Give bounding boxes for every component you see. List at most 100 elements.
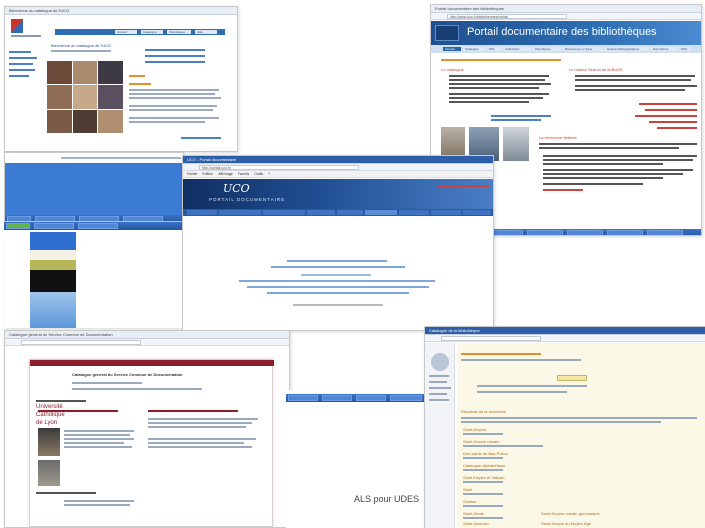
taskbar-button[interactable] [356, 395, 386, 401]
filter-line[interactable] [477, 385, 587, 387]
result-title[interactable]: Saint-Empire au Moyen Âge [541, 521, 591, 526]
nav-tab[interactable]: Catalogue [463, 47, 485, 51]
section-link[interactable] [148, 410, 238, 412]
sidebar-links[interactable] [9, 69, 35, 71]
nav-tab[interactable] [431, 210, 461, 215]
body-text [129, 117, 219, 119]
nav-tab[interactable]: Collections [503, 47, 531, 51]
result-title[interactable]: Saint-Empire romain germanique [541, 511, 600, 516]
result-title[interactable]: Saint-Empire romain [463, 439, 499, 444]
result-title[interactable]: Saint-Germain [463, 521, 489, 526]
nav-tab[interactable] [337, 210, 363, 215]
address-bar[interactable] [5, 339, 289, 346]
menu-item[interactable]: Affichage [218, 172, 233, 176]
taskbar-button[interactable] [390, 395, 422, 401]
search-links[interactable] [72, 388, 202, 390]
login-links[interactable] [437, 185, 489, 187]
menu-item[interactable]: Outils [254, 172, 263, 176]
taskbar-button[interactable] [78, 223, 118, 229]
link-list[interactable] [145, 55, 205, 57]
taskbar-button[interactable] [322, 395, 352, 401]
taskbar-button[interactable] [288, 395, 318, 401]
menu-item[interactable]: ? [268, 172, 270, 176]
sidebar-link[interactable] [429, 399, 449, 401]
menu-item[interactable]: Edition [203, 172, 214, 176]
section-heading [129, 83, 151, 85]
nav-tab[interactable]: Accueil [443, 47, 461, 51]
nav-tab[interactable] [399, 210, 429, 215]
result-meta [463, 517, 503, 519]
section-link[interactable] [38, 410, 118, 412]
link-list[interactable] [639, 103, 697, 105]
body-text [543, 173, 683, 175]
photo-caption[interactable] [491, 119, 541, 121]
result-meta [463, 433, 503, 435]
footer-link[interactable] [181, 137, 221, 139]
nav-tab[interactable]: Périodiques [533, 47, 561, 51]
nav-tab[interactable]: Ressources en ligne [563, 47, 603, 51]
nav-tab[interactable]: FAQ [679, 47, 691, 51]
nav-tab[interactable] [263, 210, 305, 215]
taskbar-button[interactable] [607, 230, 643, 235]
taskbar-button[interactable] [567, 230, 603, 235]
results-heading: Résultats de la recherche [461, 409, 507, 414]
book-thumbnail [38, 460, 60, 486]
link-list[interactable] [649, 121, 697, 123]
nav-tab[interactable] [463, 210, 491, 215]
result-title[interactable]: Saint-Denis [463, 511, 484, 516]
sidebar-links[interactable] [9, 51, 31, 53]
address-bar[interactable]: http://www.uco.fr/bibliotheques/portail [431, 13, 701, 20]
center-text [239, 280, 435, 282]
nav-tab[interactable]: Périodiques [167, 30, 191, 34]
photo-caption[interactable] [491, 115, 551, 117]
nav-tab[interactable] [187, 210, 217, 215]
result-title[interactable]: Saint [463, 487, 472, 492]
search-box[interactable] [557, 375, 587, 381]
nav-tab[interactable]: Guides bibliographiques [605, 47, 649, 51]
nav-tab[interactable]: Expositions [651, 47, 677, 51]
address-bar[interactable]: http://portail.uco.fr/ [183, 164, 493, 171]
sidebar-links[interactable] [9, 57, 37, 59]
taskbar-button[interactable] [527, 230, 563, 235]
filter-line[interactable] [477, 391, 567, 393]
section-heading [129, 75, 145, 77]
url-field[interactable] [21, 340, 141, 345]
link-list[interactable] [645, 109, 697, 111]
book-description [64, 434, 130, 436]
sidebar-link[interactable] [429, 393, 447, 395]
link-list[interactable] [635, 115, 697, 117]
link-list[interactable] [657, 127, 697, 129]
nav-tab[interactable]: Catalogue [141, 30, 163, 34]
menu-item[interactable]: Fichier [187, 172, 198, 176]
nav-tab[interactable] [219, 210, 261, 215]
sidebar-link[interactable] [429, 381, 447, 383]
result-title[interactable]: Des saints du Bas-Poitou [463, 451, 508, 456]
url-field[interactable]: http://portail.uco.fr/ [199, 165, 359, 170]
address-bar[interactable] [425, 335, 705, 342]
url-field[interactable]: http://www.uco.fr/bibliotheques/portail [447, 14, 567, 19]
taskbar-button[interactable] [6, 223, 30, 229]
nav-tab[interactable] [307, 210, 335, 215]
link-list[interactable] [145, 61, 205, 63]
footer-text [64, 504, 130, 506]
nav-tab[interactable] [365, 210, 397, 215]
right-text [148, 446, 252, 448]
result-title[interactable]: Saint-Empire [463, 427, 486, 432]
sidebar-link[interactable] [429, 387, 451, 389]
taskbar-button[interactable] [34, 223, 74, 229]
menu-item[interactable]: Favoris [238, 172, 249, 176]
sidebar-link[interactable] [429, 375, 449, 377]
result-title[interactable]: Saint Empire et Vatican [463, 475, 505, 480]
body-link[interactable] [543, 189, 583, 191]
result-title[interactable]: Saintes [463, 499, 476, 504]
nav-tab[interactable]: Accueil [115, 30, 137, 34]
logo-icon [431, 353, 449, 371]
nav-tab[interactable]: Plan [487, 47, 501, 51]
result-title[interactable]: Catalogue alphabétique [463, 463, 505, 468]
sidebar-links[interactable] [9, 75, 29, 77]
sidebar-links[interactable] [9, 63, 33, 65]
taskbar-button[interactable] [647, 230, 683, 235]
url-field[interactable] [441, 336, 541, 341]
nav-tab[interactable]: Aide [195, 30, 217, 34]
link-list[interactable] [145, 49, 205, 51]
